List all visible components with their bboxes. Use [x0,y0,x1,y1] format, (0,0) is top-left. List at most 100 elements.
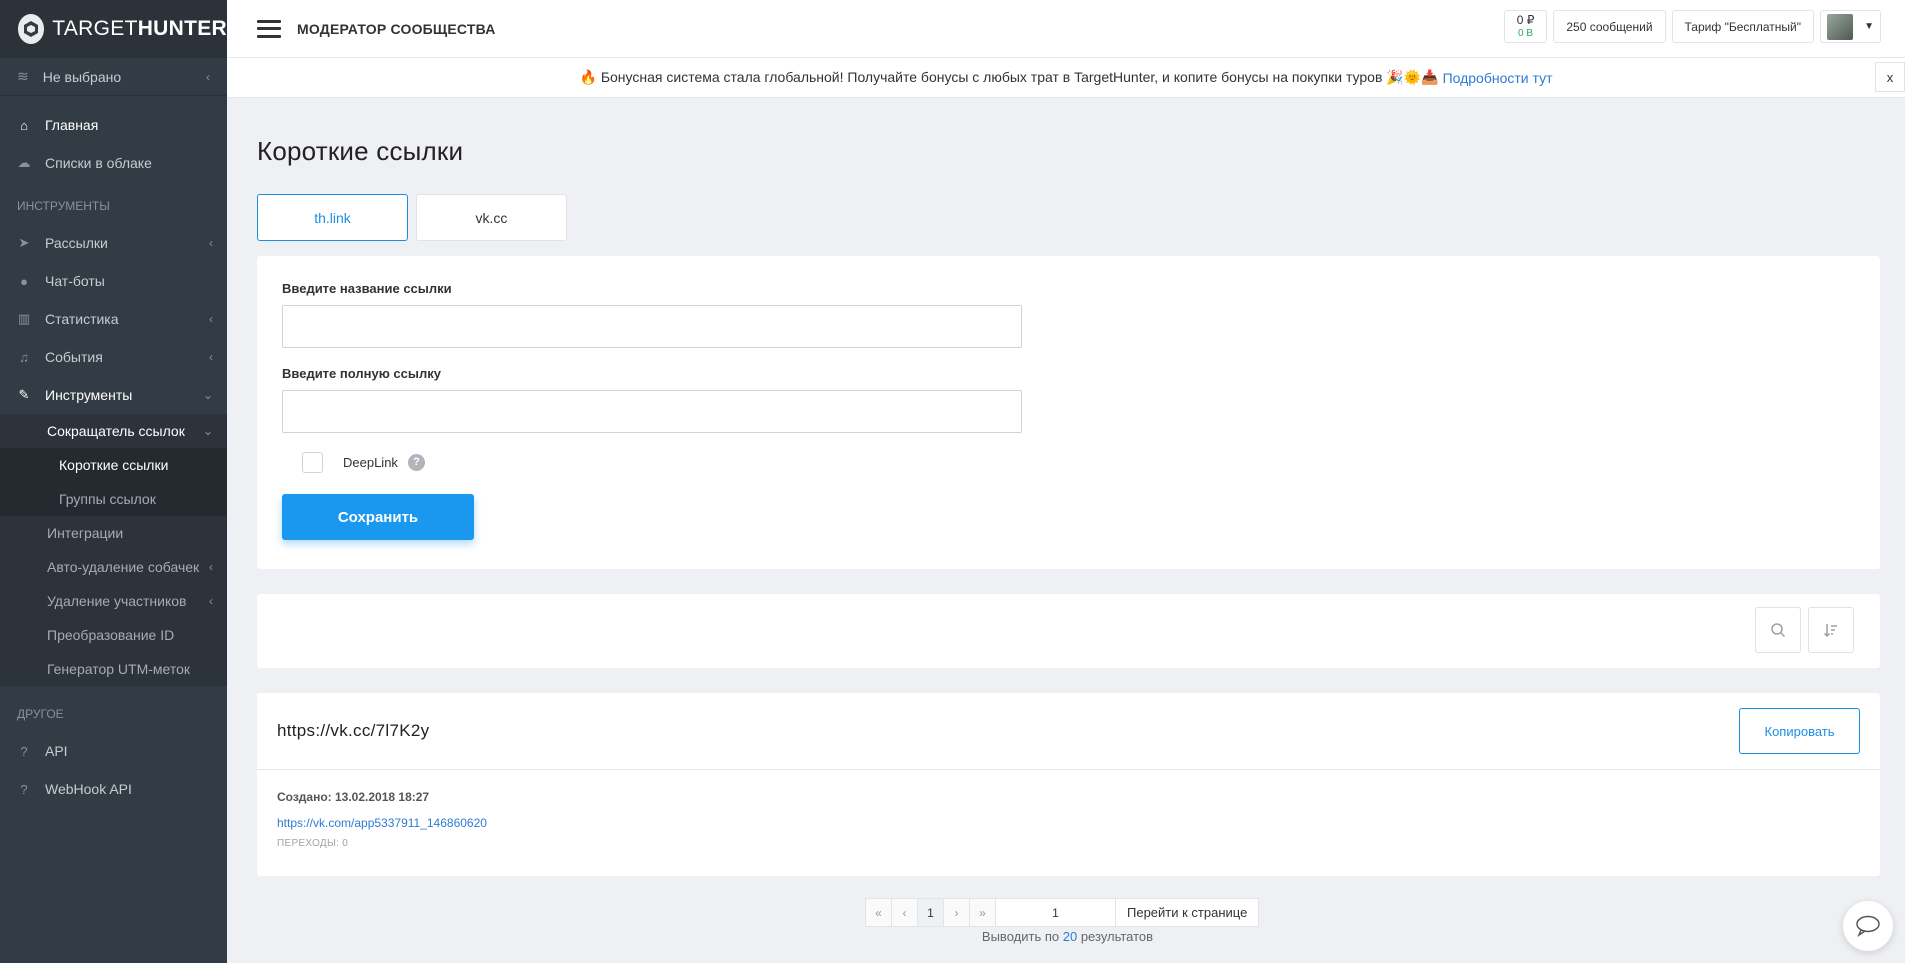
balance-rub: 0 ₽ [1516,13,1535,28]
chevron-left-icon: ‹ [209,236,213,250]
sidebar: TARGETHUNTER ≋ Не выбрано ‹ ⌂ Главная ☁ … [0,0,227,963]
deeplink-checkbox[interactable] [302,451,323,473]
user-menu[interactable]: ▼ [1820,10,1881,43]
send-icon: ➤ [18,235,30,250]
sidebar-item-shortener[interactable]: Сокращатель ссылок ⌄ [0,414,227,448]
main-content: Короткие ссылки th.link vk.cc Введите на… [257,98,1880,876]
sidebar-item-mailings[interactable]: ➤ Рассылки ‹ [0,224,227,262]
chat-button[interactable] [1843,901,1893,951]
sidebar-item-label: Рассылки [45,235,108,251]
cloud-icon: ☁ [17,155,31,170]
sidebar-item-id-convert[interactable]: Преобразование ID [0,618,227,652]
link-item: https://vk.cc/7l7K2y Копировать Создано:… [257,693,1880,876]
sidebar-item-events[interactable]: ♫ События ‹ [0,338,227,376]
full-url-input[interactable] [282,390,1022,433]
sidebar-item-cloud-lists[interactable]: ☁ Списки в облаке [0,144,227,182]
sort-button[interactable] [1808,607,1854,653]
page-title: Короткие ссылки [257,136,464,166]
link-item-header: https://vk.cc/7l7K2y Копировать [257,693,1880,770]
sidebar-item-label: Сокращатель ссылок [47,423,185,439]
logo-text: TARGETHUNTER [52,17,227,40]
help-icon[interactable]: ? [407,453,425,471]
tab-th-link[interactable]: th.link [257,194,408,241]
go-to-page-button[interactable]: Перейти к странице [1115,898,1260,927]
sidebar-item-chatbots[interactable]: ● Чат-боты [0,262,227,300]
list-toolbar [257,594,1880,668]
full-url-link[interactable]: https://vk.com/app5337911_146860620 [277,816,1860,832]
deeplink-row: DeepLink ? [302,447,1855,477]
banner-text: 🔥 Бонусная система стала глобальной! Пол… [579,69,1439,85]
sidebar-item-link-groups[interactable]: Группы ссылок [0,482,227,516]
tariff-box[interactable]: Тариф "Бесплатный" [1671,10,1814,43]
sidebar-item-label: Удаление участников [47,593,187,609]
sidebar-item-webhook[interactable]: ? WebHook API [0,770,227,808]
create-link-form: Введите название ссылки Введите полную с… [257,256,1880,569]
stats-icon: ▥ [17,311,31,326]
prev-page-button[interactable]: ‹ [891,898,918,927]
logo-icon [18,14,45,44]
promo-banner: 🔥 Бонусная система стала глобальной! Пол… [227,58,1905,98]
full-url-label: Введите полную ссылку [282,366,441,381]
wrench-icon: ✎ [18,387,30,402]
close-icon[interactable]: x [1875,62,1905,92]
chat-icon [1856,915,1880,937]
per-page-info: Выводить по 20 результатов [866,929,1269,944]
balance-bonus: 0 B [1518,27,1534,39]
sidebar-item-api[interactable]: ? API [0,732,227,770]
page-context-title: МОДЕРАТОР СООБЩЕСТВА [297,20,496,37]
link-name-input[interactable] [282,305,1022,348]
layers-icon: ≋ [17,68,29,84]
clicks-count: ПЕРЕХОДЫ: 0 [277,838,349,849]
link-item-body: Создано: 13.02.2018 18:27 https://vk.com… [257,770,1880,849]
last-page-button[interactable]: » [969,898,996,927]
sidebar-item-remove-members[interactable]: Удаление участников ‹ [0,584,227,618]
page-number-1[interactable]: 1 [917,898,944,927]
section-other: ДРУГОЕ [17,707,64,721]
menu-icon[interactable] [257,19,281,38]
caret-down-icon: ▼ [1864,21,1874,32]
sidebar-item-statistics[interactable]: ▥ Статистика ‹ [0,300,227,338]
chevron-left-icon: ‹ [206,69,210,84]
pagination: « ‹ 1 › » 1 Перейти к странице [865,898,1260,927]
sidebar-item-label: Интеграции [47,525,124,541]
tab-vk-cc[interactable]: vk.cc [416,194,567,241]
sidebar-item-integrations[interactable]: Интеграции [0,516,227,550]
logo[interactable]: TARGETHUNTER [0,0,227,58]
sidebar-item-label: Списки в облаке [45,155,152,171]
per-page-value[interactable]: 20 [1063,929,1077,944]
sidebar-item-short-links[interactable]: Короткие ссылки [0,448,227,482]
sort-icon [1823,624,1837,638]
sidebar-item-label: События [45,349,103,365]
messages-box[interactable]: 250 сообщений [1553,10,1666,43]
section-tools: ИНСТРУМЕНТЫ [17,199,110,213]
sidebar-item-home[interactable]: ⌂ Главная [0,106,227,144]
next-page-button[interactable]: › [943,898,970,927]
sidebar-item-label: API [45,743,68,759]
chevron-left-icon: ‹ [209,350,213,364]
search-button[interactable] [1755,607,1801,653]
sidebar-item-utm-generator[interactable]: Генератор UTM-меток [0,652,227,686]
bell-icon: ♫ [19,349,29,365]
copy-button[interactable]: Копировать [1739,708,1860,754]
topbar: МОДЕРАТОР СООБЩЕСТВА 0 ₽ 0 B 250 сообщен… [227,0,1905,58]
sidebar-item-label: Главная [45,117,99,133]
project-select[interactable]: ≋ Не выбрано ‹ [0,58,227,96]
sidebar-item-label: Авто-удаление собачек [47,559,200,575]
project-select-label: Не выбрано [42,68,122,85]
page-input[interactable]: 1 [995,898,1116,927]
bot-icon: ● [20,273,28,289]
home-icon: ⌂ [20,117,28,133]
chevron-left-icon: ‹ [209,312,213,326]
created-date: Создано: 13.02.2018 18:27 [277,790,430,804]
balance-box[interactable]: 0 ₽ 0 B [1503,10,1548,43]
sidebar-item-auto-delete[interactable]: Авто-удаление собачек ‹ [0,550,227,584]
chevron-down-icon: ⌄ [202,388,213,402]
sidebar-item-label: Преобразование ID [47,627,175,643]
help-icon: ? [20,781,28,797]
first-page-button[interactable]: « [865,898,892,927]
topbar-actions: 0 ₽ 0 B 250 сообщений Тариф "Бесплатный"… [1503,10,1881,43]
save-button[interactable]: Сохранить [282,494,474,540]
search-icon [1771,623,1786,638]
banner-link[interactable]: Подробности тут [1443,70,1553,86]
sidebar-item-tools[interactable]: ✎ Инструменты ⌄ [0,376,227,414]
